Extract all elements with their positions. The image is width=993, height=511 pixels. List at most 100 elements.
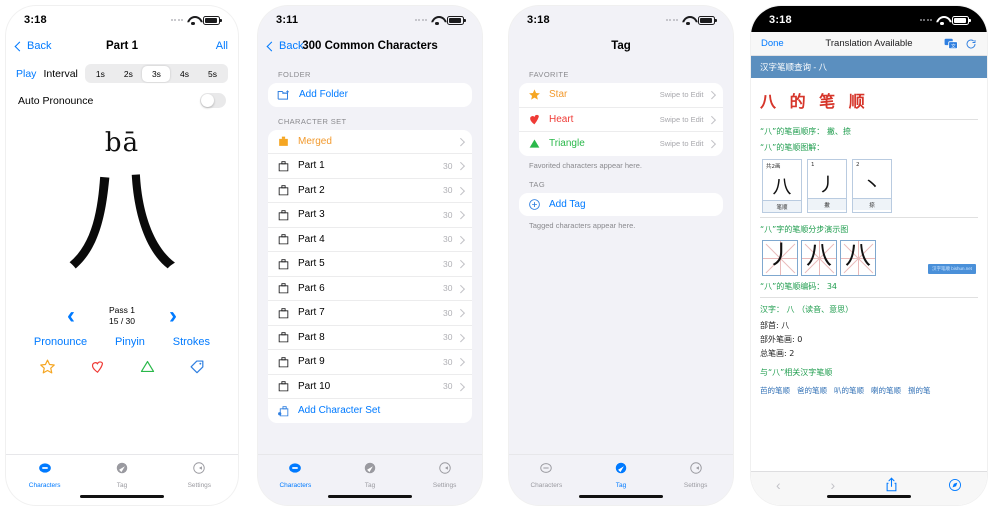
part-label: Part 7 <box>298 307 325 319</box>
triangle-icon[interactable] <box>139 358 156 380</box>
interval-option-1s[interactable]: 1s <box>86 66 114 82</box>
all-button[interactable]: All <box>216 40 228 52</box>
star-icon[interactable] <box>39 358 56 380</box>
status-bar: 3:18 <box>509 6 733 32</box>
battery-icon <box>698 15 717 25</box>
table-row[interactable]: Part 5 30 <box>268 252 472 277</box>
interval-option-3s[interactable]: 3s <box>142 65 171 82</box>
pinyin-button[interactable]: Pinyin <box>115 336 145 348</box>
browser-forward-button[interactable]: › <box>831 477 836 493</box>
related-link[interactable]: 捌的笔 <box>908 385 931 396</box>
part-count: 30 <box>443 356 453 367</box>
status-indicators <box>414 15 466 25</box>
stroke-diagram-line: “八”的笔顺图解： <box>760 143 825 152</box>
favorite-footer: Favorited characters appear here. <box>529 160 642 170</box>
url-bar[interactable]: 汉字笔顺查询 - 八 <box>751 56 987 78</box>
triangle-icon <box>529 139 540 148</box>
share-icon[interactable] <box>885 477 898 492</box>
demo-step: 八 <box>801 240 837 276</box>
add-folder-row[interactable]: Add Folder <box>268 83 472 107</box>
auto-pronounce-toggle[interactable] <box>200 93 226 108</box>
table-row[interactable]: Part 1 30 <box>268 154 472 179</box>
pronounce-button[interactable]: Pronounce <box>34 336 87 348</box>
strokes-button[interactable]: Strokes <box>173 336 210 348</box>
character-set-card: Merged Part 1 30 Part 2 30 Part 3 30 Par… <box>268 129 472 423</box>
tab-label: Settings <box>187 482 212 489</box>
auto-pronounce-label: Auto Pronounce <box>18 94 94 107</box>
svg-text:文: 文 <box>951 42 956 49</box>
swipe-hint: Swipe to Edit <box>659 90 704 100</box>
favorite-row-triangle[interactable]: Triangle Swipe to Edit <box>519 132 723 156</box>
swipe-hint: Swipe to Edit <box>659 139 704 149</box>
next-button[interactable]: › <box>169 304 177 328</box>
browser-back-button[interactable]: ‹ <box>776 477 781 493</box>
reload-icon[interactable] <box>965 38 977 50</box>
table-row[interactable]: Part 8 30 <box>268 326 472 350</box>
chevron-right-icon <box>707 90 716 99</box>
pinyin-text: bā <box>104 128 140 158</box>
chevron-left-icon <box>266 41 277 51</box>
table-row[interactable]: Part 3 30 <box>268 203 472 228</box>
related-link[interactable]: 喇的笔顺 <box>871 385 901 396</box>
tag-icon[interactable] <box>189 358 206 380</box>
tab-characters[interactable]: Characters <box>509 461 584 489</box>
table-row[interactable]: Part 7 30 <box>268 301 472 326</box>
add-folder-icon <box>277 90 289 100</box>
chevron-right-icon <box>456 259 465 268</box>
status-bar: 3:18 <box>6 6 238 32</box>
chevron-right-icon <box>456 308 465 317</box>
related-link[interactable]: 芭的笔顺 <box>760 385 790 396</box>
character-card: bā 八 <box>6 128 238 278</box>
box-icon <box>278 332 289 343</box>
tab-settings[interactable]: Settings <box>658 461 733 489</box>
table-row[interactable]: Part 9 30 <box>268 350 472 375</box>
interval-segmented-control[interactable]: 1s 2s 3s 4s 5s <box>84 64 228 83</box>
tab-settings[interactable]: Settings <box>161 461 238 489</box>
chevron-right-icon <box>456 382 465 391</box>
tab-label: Settings <box>683 482 708 489</box>
chevron-right-icon <box>456 186 465 195</box>
tab-tag[interactable]: Tag <box>83 461 160 489</box>
status-indicators <box>665 15 717 25</box>
add-character-set-row[interactable]: Add Character Set <box>268 399 472 423</box>
tab-label: Characters <box>530 482 563 489</box>
previous-button[interactable]: ‹ <box>67 304 75 328</box>
compass-icon[interactable] <box>948 478 962 492</box>
part-label: Part 10 <box>298 380 331 392</box>
table-row[interactable]: Part 4 30 <box>268 228 472 252</box>
table-row[interactable]: Part 6 30 <box>268 277 472 301</box>
status-bar: 3:18 <box>751 6 987 32</box>
tab-settings[interactable]: Settings <box>407 461 482 489</box>
merged-row[interactable]: Merged <box>268 130 472 154</box>
add-box-icon <box>278 405 289 417</box>
tab-characters[interactable]: Characters <box>258 461 333 489</box>
tab-tag[interactable]: Tag <box>584 461 659 489</box>
favorite-row-heart[interactable]: Heart Swipe to Edit <box>519 108 723 132</box>
related-link[interactable]: 爸的笔顺 <box>797 385 827 396</box>
interval-label: Interval <box>43 67 78 80</box>
interval-option-4s[interactable]: 4s <box>170 66 198 82</box>
heart-icon[interactable] <box>89 358 106 380</box>
done-button[interactable]: Done <box>761 38 784 49</box>
tab-tag[interactable]: Tag <box>333 461 408 489</box>
related-link[interactable]: 叭的笔顺 <box>834 385 864 396</box>
home-indicator <box>80 494 164 498</box>
table-row[interactable]: Part 10 30 <box>268 375 472 399</box>
wifi-icon <box>682 16 694 25</box>
settings-icon <box>689 462 702 474</box>
interval-option-5s[interactable]: 5s <box>199 66 227 82</box>
back-button[interactable]: Back <box>266 40 303 52</box>
tab-characters[interactable]: Characters <box>6 461 83 489</box>
demo-step: 丿 <box>762 240 798 276</box>
play-button[interactable]: Play <box>16 68 36 80</box>
favorite-row-star[interactable]: Star Swipe to Edit <box>519 83 723 108</box>
tab-label: Characters <box>279 482 312 489</box>
back-button[interactable]: Back <box>14 40 52 52</box>
interval-option-2s[interactable]: 2s <box>114 66 142 82</box>
add-tag-row[interactable]: Add Tag <box>519 193 723 217</box>
star-icon <box>529 89 540 100</box>
table-row[interactable]: Part 2 30 <box>268 179 472 203</box>
translate-icon[interactable]: 文 <box>944 38 958 50</box>
battery-icon <box>952 15 971 25</box>
back-label: Back <box>27 40 52 52</box>
